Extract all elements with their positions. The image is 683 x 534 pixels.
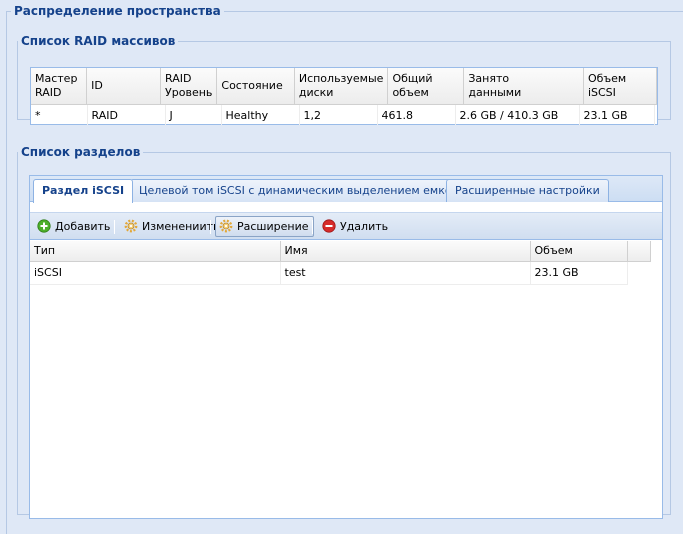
column-header-size[interactable]: Объем xyxy=(530,241,628,262)
column-header-total-size[interactable]: Общий объем xyxy=(387,68,465,105)
raid-grid-header: Мастер RAID ID RAID Уровень Состояние Испо… xyxy=(31,68,658,105)
raid-grid: Мастер RAID ID RAID Уровень Состояние Испо… xyxy=(30,67,658,125)
column-header-data-used[interactable]: Занято данными xyxy=(463,68,584,105)
column-header-id[interactable]: ID xyxy=(86,68,162,105)
raid-level-cell: J xyxy=(165,105,222,125)
raid-status-cell: Healthy xyxy=(221,105,300,125)
partition-toolbar: Добавить Изменениить Расширение Удалить xyxy=(30,212,662,240)
partition-grid-header: Тип Имя Объем xyxy=(30,241,651,262)
space-allocation-title: Распределение пространства xyxy=(14,4,221,18)
toolbar-separator xyxy=(114,220,115,234)
raid-total-cell: 461.8 xyxy=(377,105,456,125)
add-button[interactable]: Добавить xyxy=(33,216,115,237)
raid-id-cell: RAID xyxy=(87,105,166,125)
add-button-label: Добавить xyxy=(55,220,111,233)
partition-name-cell: test xyxy=(280,262,531,285)
edit-button-label: Изменениить xyxy=(142,220,220,233)
column-header-name[interactable]: Имя xyxy=(280,241,531,262)
partition-list-fieldset: Список разделов Раздел iSCSI Целевой том… xyxy=(17,145,671,519)
column-header-used-disks[interactable]: Используемые диски xyxy=(294,68,389,105)
raid-iscsi-cell: 23.1 GB xyxy=(579,105,655,125)
column-header-raid-level[interactable]: RAID Уровень xyxy=(160,68,218,105)
expand-button-label: Расширение xyxy=(237,220,309,233)
column-header-filler xyxy=(627,241,651,262)
partition-list-title: Список разделов xyxy=(21,145,141,159)
raid-list-fieldset: Список RAID массивов Мастер RAID ID RAID У… xyxy=(17,34,671,125)
raid-grid-body: * RAID J Healthy 1,2 461.8 2.6 GB / 410.… xyxy=(31,105,655,125)
raid-master-cell: * xyxy=(31,105,88,125)
column-header-master-raid[interactable]: Мастер RAID xyxy=(31,68,88,105)
raid-used-cell: 2.6 GB / 410.3 GB xyxy=(455,105,580,125)
gear-icon xyxy=(124,219,138,233)
tab-strip: Раздел iSCSI Целевой том iSCSI с динамич… xyxy=(30,176,662,203)
column-header-iscsi-size[interactable]: Объем iSCSI xyxy=(583,68,658,105)
table-row[interactable]: * RAID J Healthy 1,2 461.8 2.6 GB / 410.… xyxy=(31,105,655,125)
column-header-status[interactable]: Состояние xyxy=(216,68,295,105)
column-header-type[interactable]: Тип xyxy=(30,241,281,262)
toolbar-separator xyxy=(312,220,313,234)
raid-list-title: Список RAID массивов xyxy=(21,34,176,48)
minus-circle-icon xyxy=(322,219,336,233)
delete-button-label: Удалить xyxy=(340,220,389,233)
edit-button[interactable]: Изменениить xyxy=(120,216,224,237)
tab-iscsi-partition[interactable]: Раздел iSCSI xyxy=(33,179,134,203)
tab-thin-provision-iscsi[interactable]: Целевой том iSCSI с динамическим выделен… xyxy=(130,179,481,202)
partition-grid-body: iSCSI test 23.1 GB xyxy=(30,262,628,285)
raid-disks-cell: 1,2 xyxy=(299,105,378,125)
table-row[interactable]: iSCSI test 23.1 GB xyxy=(30,262,628,285)
expand-button[interactable]: Расширение xyxy=(215,216,314,237)
tab-advanced-settings[interactable]: Расширенные настройки xyxy=(446,179,609,202)
partition-size-cell: 23.1 GB xyxy=(530,262,628,285)
partition-tab-panel: Раздел iSCSI Целевой том iSCSI с динамич… xyxy=(29,175,663,519)
partition-type-cell: iSCSI xyxy=(30,262,281,285)
toolbar-separator xyxy=(210,220,211,234)
gear-icon xyxy=(219,219,233,233)
plus-circle-icon xyxy=(37,219,51,233)
delete-button[interactable]: Удалить xyxy=(318,216,393,237)
